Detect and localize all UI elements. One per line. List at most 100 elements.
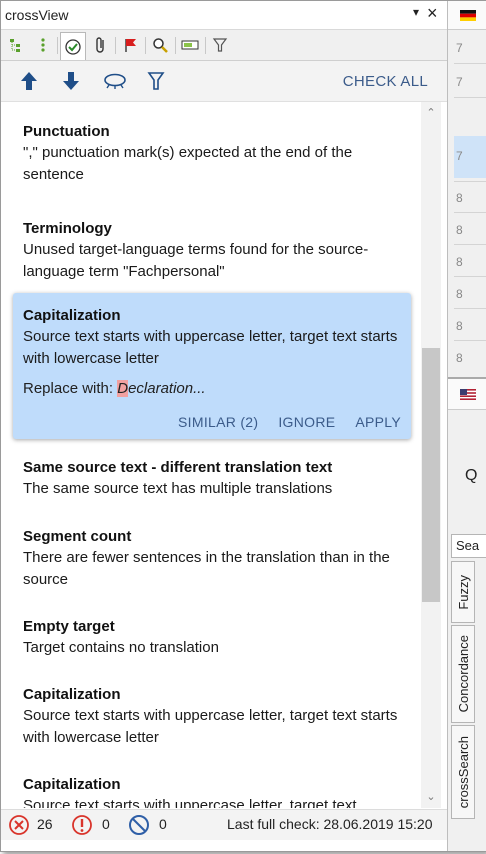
tab-filter[interactable] [208,33,232,57]
check-all-button[interactable]: CHECK ALL [343,73,428,90]
issue-description: There are fewer sentences in the transla… [23,549,390,588]
issue-title: Punctuation [23,123,110,140]
tab-attachments[interactable] [89,33,113,57]
row-number: 8 [456,351,463,365]
crossview-panel: crossView ▾ × CHECK ALL Punctuation "," … [0,0,486,852]
adjacent-panel: 7 7 7 8 8 8 8 8 8 Q Sea Fuzzy Concordanc… [447,1,486,851]
row-number: 8 [456,223,463,237]
arrow-up-icon [21,72,37,90]
paperclip-icon [96,37,104,53]
tab-list[interactable] [31,33,55,57]
issue-description: The same source text has multiple transl… [23,480,333,497]
search-tab-label: Sea [456,538,480,553]
magnifier-icon [153,38,168,53]
qa-check-icon [65,38,81,55]
ignored-icon[interactable] [128,814,150,836]
list-item[interactable]: Punctuation "," punctuation mark(s) expe… [23,122,413,186]
list-item[interactable]: Capitalization Source text starts with u… [23,775,413,808]
error-icon[interactable] [8,814,30,836]
warning-icon[interactable] [71,814,93,836]
q-label: Q [465,467,478,484]
replace-label: Replace with: [23,380,114,397]
tab-concordance-label: Concordance [455,635,471,713]
similar-button[interactable]: SIMILAR (2) [178,414,258,430]
list-item[interactable]: Same source text - different translation… [23,458,413,500]
issue-title: Terminology [23,220,112,237]
issue-title: Empty target [23,618,115,635]
issue-title: Capitalization [23,776,121,793]
search-tab[interactable]: Sea [451,534,486,558]
status-bar: 26 0 0 Last full check: 28.06.2019 15:20 [1,809,447,840]
apply-button[interactable]: APPLY [355,414,401,430]
row-number: 8 [456,191,463,205]
hide-ignored-button[interactable] [101,67,129,95]
last-check-text: Last full check: 28.06.2019 15:20 [227,816,433,832]
pin-icon[interactable]: ▾ [413,5,419,19]
tab-fuzzy-label: Fuzzy [455,574,471,610]
target-header [448,377,486,410]
tab-search[interactable] [148,33,172,57]
replace-value: eclaration... [128,380,206,397]
tab-length[interactable] [178,33,202,57]
tab-qa[interactable] [60,32,86,60]
issue-description: Target contains no translation [23,639,219,656]
tab-crosssearch-label: crossSearch [455,735,471,809]
list-item[interactable]: Empty target Target contains no translat… [23,617,413,659]
tab-concordance[interactable]: Concordance [451,625,475,723]
row-number: 7 [456,149,463,163]
issue-description: Source text starts with uppercase letter… [23,707,398,746]
tab-fuzzy[interactable]: Fuzzy [451,561,475,623]
selected-issue-card[interactable]: Capitalization Source text starts with u… [13,293,411,439]
replace-highlight: D [117,380,129,397]
issue-title: Same source text - different translation… [23,459,333,476]
qa-issue-list: Punctuation "," punctuation mark(s) expe… [1,102,421,808]
scroll-thumb[interactable] [422,348,440,602]
warning-count: 0 [102,816,110,832]
list-item[interactable]: Capitalization Source text starts with u… [23,685,413,749]
ignore-button[interactable]: IGNORE [278,414,335,430]
error-count: 26 [37,816,53,832]
source-header [448,1,486,30]
list-item[interactable]: Terminology Unused target-language terms… [23,219,413,283]
next-button[interactable] [57,67,85,95]
issue-title: Capitalization [23,686,121,703]
structure-tree-icon [10,39,20,52]
issue-actions: SIMILAR (2) IGNORE APPLY [178,414,401,430]
scroll-up-icon[interactable]: ⌃ [425,108,437,119]
filter-icon [147,72,165,90]
us-flag-icon [460,389,476,400]
close-icon[interactable]: × [427,2,438,24]
tab-strip [1,30,447,61]
issue-description: Source text starts with uppercase letter… [23,797,357,808]
tab-crosssearch[interactable]: crossSearch [451,725,475,819]
flag-icon [125,39,136,52]
ignored-count: 0 [159,816,167,832]
row-number: 8 [456,319,463,333]
eye-closed-icon [104,73,126,89]
issue-description: "," punctuation mark(s) expected at the … [23,144,353,183]
list-item[interactable]: Segment count There are fewer sentences … [23,527,413,591]
issue-description: Source text starts with uppercase letter… [23,328,398,367]
german-flag-icon [460,10,476,21]
ruler-icon [181,40,199,50]
qa-toolbar: CHECK ALL [1,61,447,102]
issue-description: Unused target-language terms found for t… [23,241,369,280]
row-number: 8 [456,255,463,269]
tab-flags[interactable] [119,33,143,57]
issue-title: Segment count [23,528,132,545]
tab-structure[interactable] [5,33,29,57]
title-bar: crossView ▾ × [1,1,447,30]
filter-icon [212,38,228,52]
issue-title: Capitalization [23,307,121,324]
row-number: 7 [456,75,463,89]
previous-button[interactable] [15,67,43,95]
panel-title: crossView [5,7,69,23]
filter-button[interactable] [142,67,170,95]
scroll-down-icon[interactable]: ⌄ [425,792,437,803]
arrow-down-icon [63,72,79,90]
replace-suggestion: Replace with: Declaration... [23,380,206,397]
dotted-list-icon [41,38,45,52]
row-number: 7 [456,41,463,55]
row-number: 8 [456,287,463,301]
vertical-scrollbar[interactable]: ⌃ ⌄ [421,102,441,808]
